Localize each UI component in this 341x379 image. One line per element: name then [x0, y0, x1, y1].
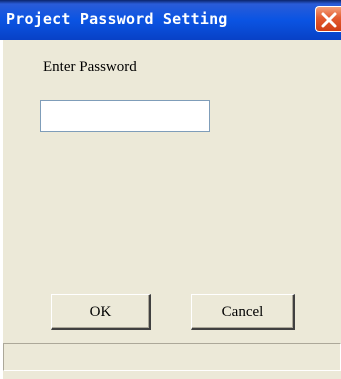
close-icon — [321, 12, 337, 28]
title-bar[interactable]: Project Password Setting — [0, 0, 341, 40]
status-bar — [3, 343, 341, 371]
cancel-button[interactable]: Cancel — [191, 294, 295, 330]
password-dialog: Project Password Setting Enter Password … — [0, 0, 341, 379]
password-input[interactable] — [40, 100, 210, 132]
ok-button[interactable]: OK — [51, 294, 151, 330]
window-title: Project Password Setting — [6, 10, 228, 28]
password-label: Enter Password — [43, 59, 137, 75]
close-button[interactable] — [315, 6, 341, 32]
